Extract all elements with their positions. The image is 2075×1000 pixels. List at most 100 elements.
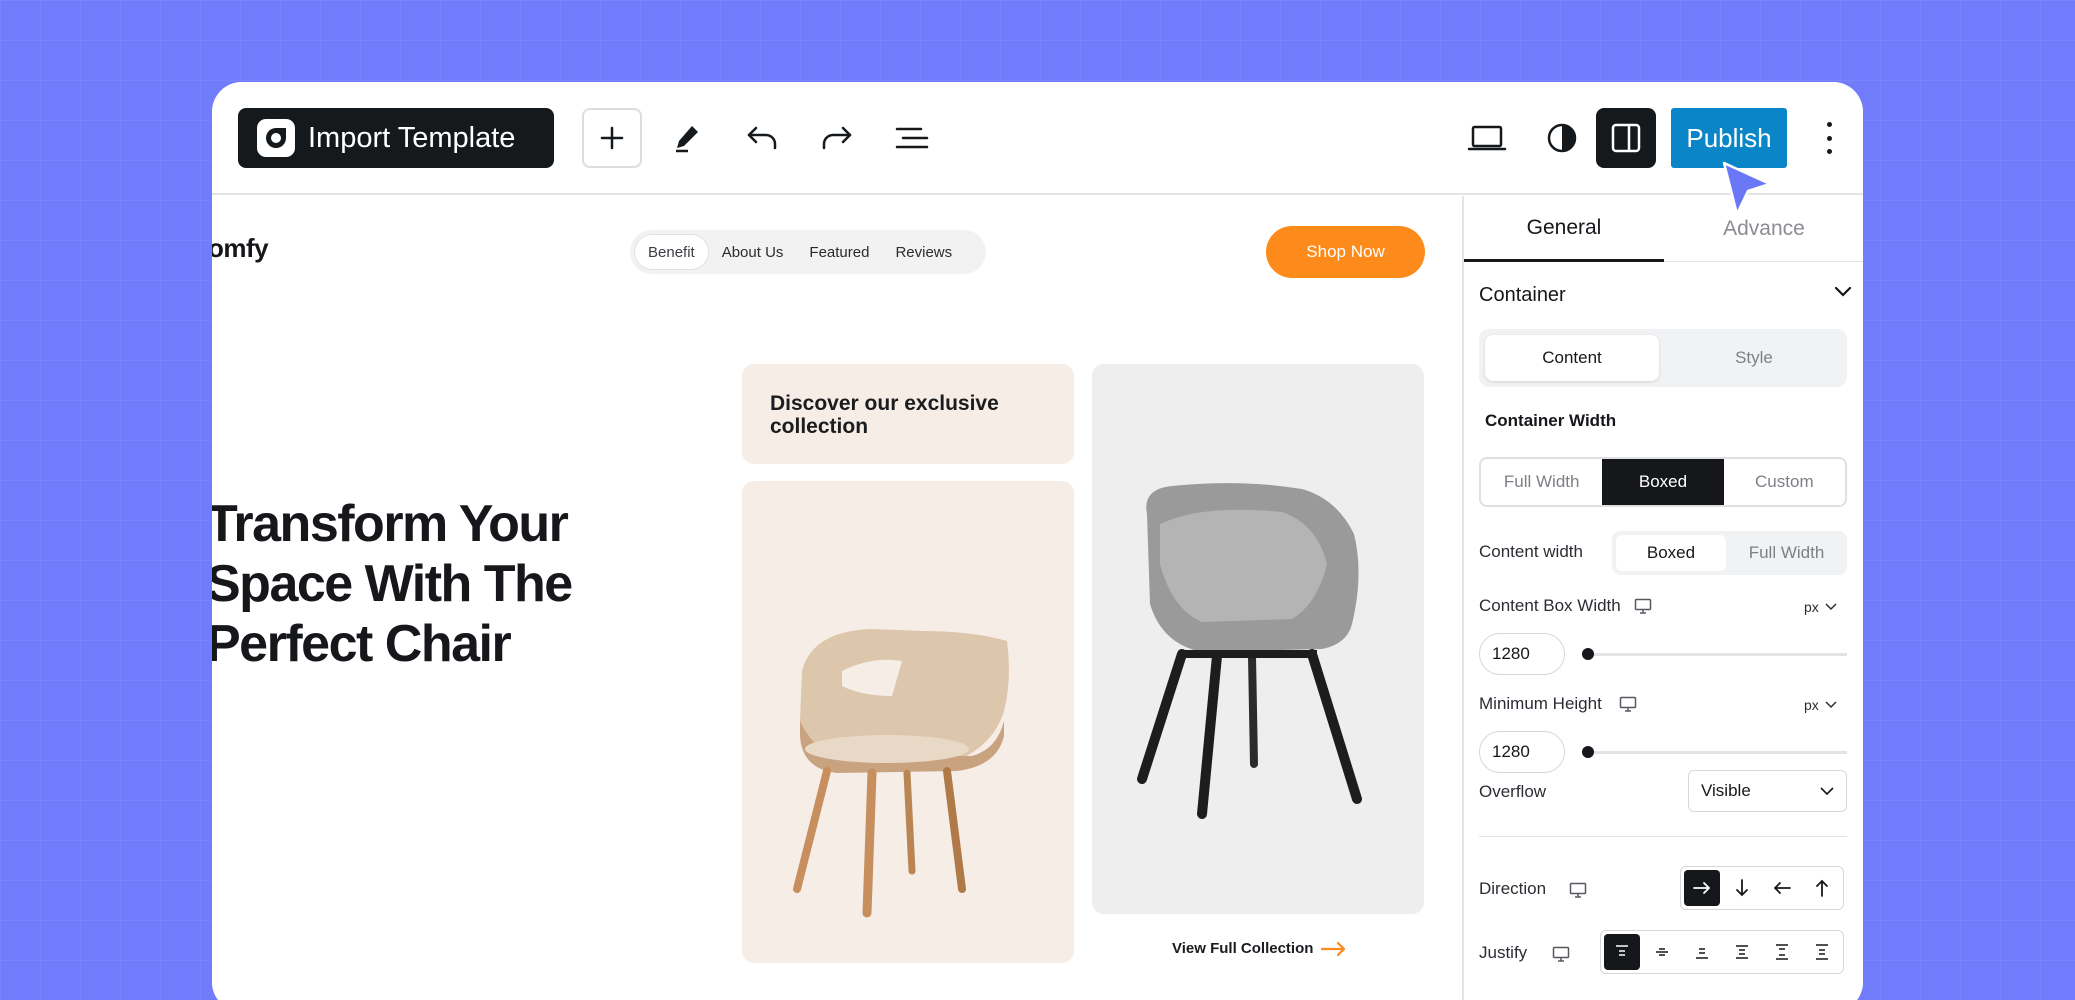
pen-button[interactable] bbox=[657, 108, 717, 168]
divider bbox=[1479, 836, 1847, 837]
arrow-left-icon bbox=[1773, 882, 1791, 894]
hero-line: Perfect Chair bbox=[212, 615, 512, 673]
justify-center-button[interactable] bbox=[1644, 934, 1680, 970]
overflow-label: Overflow bbox=[1479, 782, 1547, 801]
theme-toggle-button[interactable] bbox=[1532, 108, 1592, 168]
justify-start-icon bbox=[1616, 945, 1628, 956]
view-collection-link[interactable]: View Full Collection bbox=[1172, 940, 1347, 957]
hero-heading: Transform Your Space With The Perfect Ch… bbox=[212, 494, 573, 674]
brand-logo-icon bbox=[257, 119, 295, 157]
nav-item-about[interactable]: About Us bbox=[709, 234, 797, 270]
list-icon bbox=[895, 127, 929, 149]
product-card-gray[interactable] bbox=[1092, 364, 1424, 914]
cw-full-width[interactable]: Full Width bbox=[1481, 459, 1602, 505]
panel-tabs: General Advance bbox=[1464, 196, 1863, 262]
desktop-icon bbox=[1552, 946, 1570, 962]
structure-button[interactable] bbox=[882, 108, 942, 168]
shop-now-button[interactable]: Shop Now bbox=[1266, 226, 1425, 278]
container-width-label: Container Width bbox=[1485, 411, 1617, 430]
redo-icon bbox=[822, 126, 852, 150]
editor-window: Import Template Publish omfy Benefit Abo… bbox=[212, 82, 1863, 1000]
minimum-height-slider[interactable] bbox=[1582, 746, 1847, 758]
overflow-value: Visible bbox=[1701, 781, 1751, 800]
collection-text-line: Discover our exclusive bbox=[770, 392, 999, 415]
nav-item-reviews[interactable]: Reviews bbox=[882, 234, 965, 270]
hero-line: Space With The bbox=[212, 555, 573, 613]
arrow-right-icon bbox=[1693, 882, 1711, 894]
cw-custom[interactable]: Custom bbox=[1724, 459, 1845, 505]
arrow-up-icon bbox=[1816, 879, 1828, 897]
minimum-height-label: Minimum Height bbox=[1479, 694, 1602, 713]
publish-button[interactable]: Publish bbox=[1671, 108, 1787, 168]
settings-panel: General Advance Container Content Style … bbox=[1462, 196, 1863, 1000]
direction-row-reverse-button[interactable] bbox=[1764, 870, 1800, 906]
justify-end-button[interactable] bbox=[1684, 934, 1720, 970]
hero-line: Transform Your bbox=[212, 495, 569, 553]
unit-label: px bbox=[1804, 697, 1819, 713]
direction-group bbox=[1680, 866, 1844, 910]
pen-icon bbox=[676, 126, 698, 153]
undo-button[interactable] bbox=[732, 108, 792, 168]
import-template-label: Import Template bbox=[308, 121, 516, 154]
redo-button[interactable] bbox=[807, 108, 867, 168]
content-box-width-label: Content Box Width bbox=[1479, 596, 1621, 615]
device-preview-button[interactable] bbox=[1457, 108, 1517, 168]
content-width-boxed[interactable]: Boxed bbox=[1616, 535, 1726, 571]
justify-space-between-button[interactable] bbox=[1724, 934, 1760, 970]
mouse-cursor-icon bbox=[1722, 161, 1772, 216]
container-width-group: Full Width Boxed Custom bbox=[1479, 457, 1847, 507]
cw-boxed[interactable]: Boxed bbox=[1602, 459, 1724, 505]
justify-space-evenly-button[interactable] bbox=[1804, 934, 1840, 970]
collection-card: Discover our exclusive collection bbox=[742, 364, 1074, 464]
more-icon[interactable] bbox=[1821, 116, 1837, 160]
overflow-select[interactable]: Visible bbox=[1688, 770, 1847, 812]
justify-space-evenly-icon bbox=[1816, 944, 1828, 960]
unit-select[interactable]: px bbox=[1804, 599, 1837, 615]
product-card-beige[interactable] bbox=[742, 481, 1074, 963]
direction-column-reverse-button[interactable] bbox=[1804, 870, 1840, 906]
plus-icon bbox=[600, 126, 624, 150]
justify-space-around-icon bbox=[1776, 944, 1788, 960]
direction-row-button[interactable] bbox=[1684, 870, 1720, 906]
direction-label: Direction bbox=[1479, 879, 1547, 898]
minimum-height-input[interactable]: 1280 bbox=[1479, 731, 1565, 773]
add-element-button[interactable] bbox=[582, 108, 642, 168]
justify-space-between-icon bbox=[1736, 945, 1748, 959]
content-style-switch: Content Style bbox=[1479, 329, 1847, 387]
content-box-width-slider[interactable] bbox=[1582, 648, 1847, 660]
nav-item-benefit[interactable]: Benefit bbox=[634, 234, 709, 270]
site-logo[interactable]: omfy bbox=[212, 233, 269, 264]
chevron-down-icon bbox=[1825, 603, 1837, 611]
unit-select[interactable]: px bbox=[1804, 697, 1837, 713]
justify-center-icon bbox=[1656, 948, 1668, 956]
chevron-down-icon[interactable] bbox=[1834, 286, 1852, 298]
justify-label: Justify bbox=[1479, 943, 1528, 962]
section-title: Container bbox=[1479, 284, 1566, 306]
site-nav: Benefit About Us Featured Reviews bbox=[630, 230, 986, 274]
arrow-right-icon bbox=[1321, 941, 1346, 956]
desktop-icon bbox=[1619, 696, 1637, 712]
justify-start-button[interactable] bbox=[1604, 934, 1640, 970]
slider-knob[interactable] bbox=[1582, 648, 1594, 660]
tab-general[interactable]: General bbox=[1464, 196, 1664, 262]
top-toolbar: Import Template Publish bbox=[212, 82, 1863, 195]
seg-content[interactable]: Content bbox=[1485, 335, 1659, 381]
unit-label: px bbox=[1804, 599, 1819, 615]
chevron-down-icon bbox=[1820, 786, 1834, 795]
panel-toggle-icon bbox=[1611, 123, 1641, 153]
direction-column-button[interactable] bbox=[1724, 870, 1760, 906]
justify-end-icon bbox=[1696, 948, 1708, 959]
content-width-label: Content width bbox=[1479, 542, 1583, 561]
undo-icon bbox=[747, 126, 777, 150]
content-width-full[interactable]: Full Width bbox=[1730, 535, 1843, 571]
import-template-button[interactable]: Import Template bbox=[238, 108, 554, 168]
justify-space-around-button[interactable] bbox=[1764, 934, 1800, 970]
content-box-width-input[interactable]: 1280 bbox=[1479, 633, 1565, 675]
chevron-down-icon bbox=[1825, 701, 1837, 709]
seg-style[interactable]: Style bbox=[1667, 335, 1841, 381]
nav-item-featured[interactable]: Featured bbox=[796, 234, 882, 270]
slider-knob[interactable] bbox=[1582, 746, 1594, 758]
collection-text-line: collection bbox=[770, 415, 869, 438]
panel-toggle-button[interactable] bbox=[1596, 108, 1656, 168]
desktop-icon bbox=[1569, 882, 1587, 898]
